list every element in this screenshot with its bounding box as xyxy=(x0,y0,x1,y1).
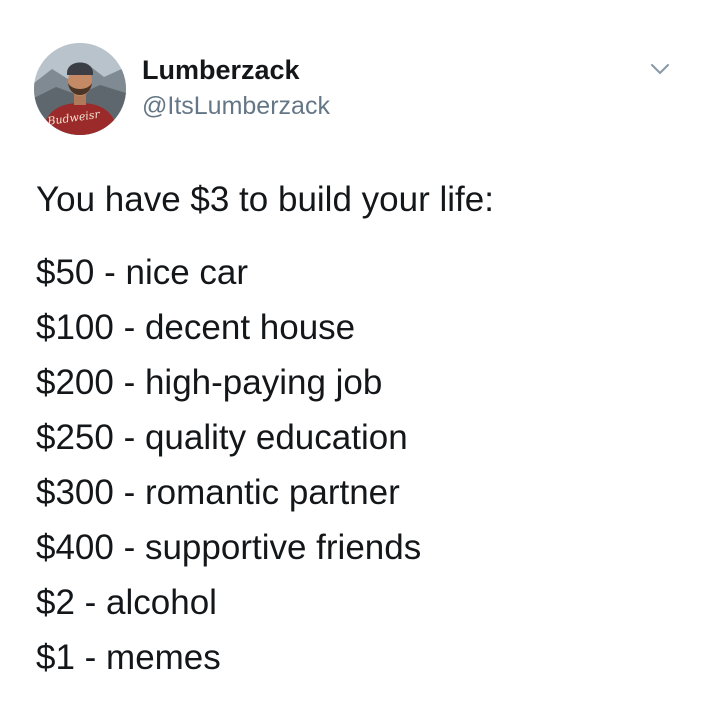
list-item: $50 - nice car xyxy=(36,253,249,292)
tweet-card: Budweisr Lumberzack @ItsLumberzack You h… xyxy=(0,0,702,720)
list-item: $200 - high-paying job xyxy=(36,363,383,402)
tweet-intro-text: You have $3 to build your life: xyxy=(36,180,494,219)
list-item: $2 - alcohol xyxy=(36,583,217,622)
author-name[interactable]: Lumberzack xyxy=(142,55,300,86)
list-item: $300 - romantic partner xyxy=(36,473,400,512)
list-item: $400 - supportive friends xyxy=(36,528,422,567)
list-item: $100 - decent house xyxy=(36,308,356,347)
author-handle[interactable]: @ItsLumberzack xyxy=(142,92,330,121)
tweet-price-list: $50 - nice car $100 - decent house $200 … xyxy=(36,253,421,693)
chevron-down-icon[interactable] xyxy=(646,58,674,80)
avatar-image: Budweisr xyxy=(34,43,126,135)
avatar[interactable]: Budweisr xyxy=(34,43,126,135)
list-item: $250 - quality education xyxy=(36,418,408,457)
list-item: $1 - memes xyxy=(36,638,221,677)
